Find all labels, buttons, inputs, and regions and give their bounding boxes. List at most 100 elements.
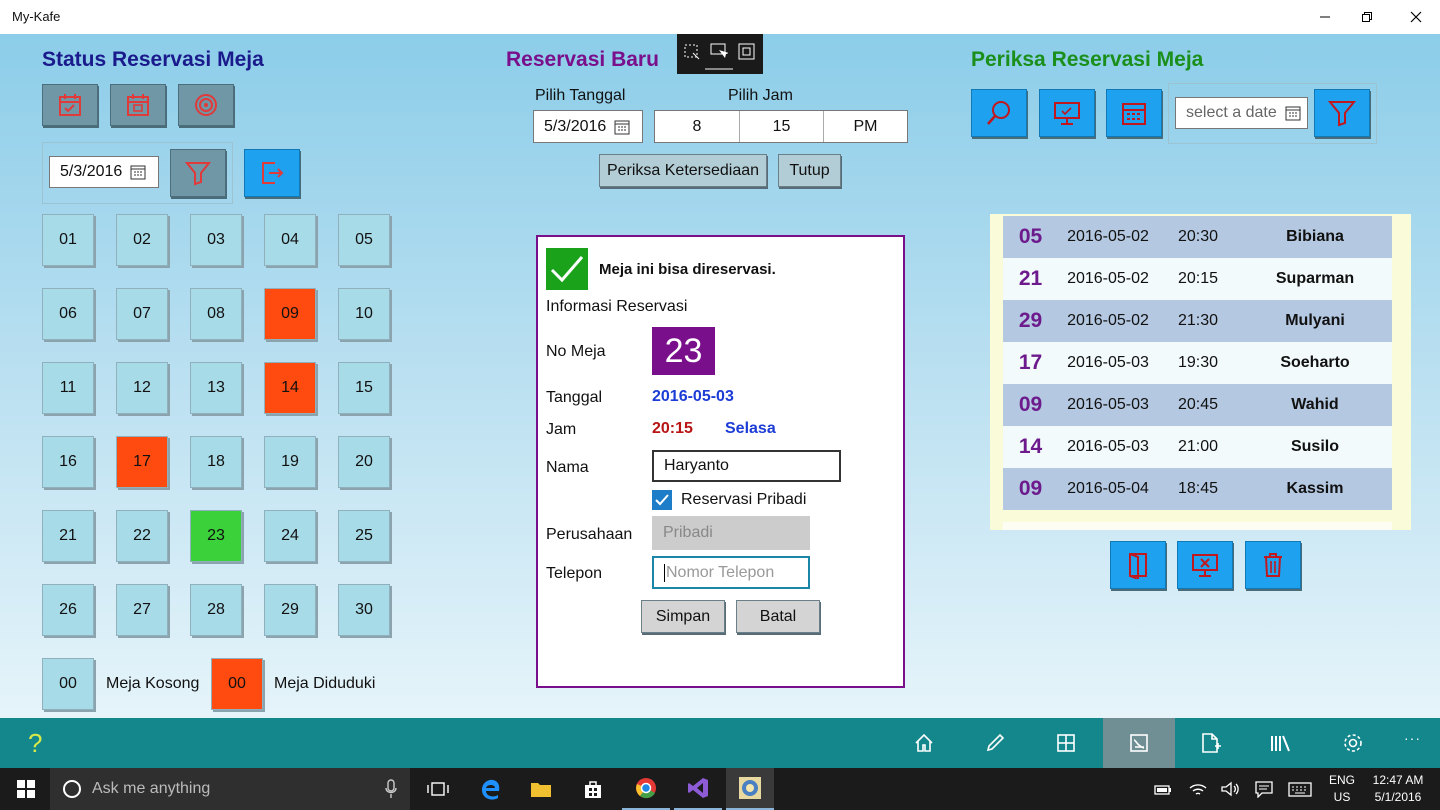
reservation-row[interactable]: 21 2016-05-02 20:15 Suparman — [1003, 258, 1392, 300]
fullscreen-tool-button[interactable] — [738, 43, 756, 61]
language-indicator[interactable]: ENG US — [1328, 772, 1356, 806]
table-tile[interactable]: 18 — [190, 436, 242, 488]
select-tool-button[interactable] — [710, 43, 728, 61]
save-button[interactable]: Simpan — [641, 600, 725, 633]
battery-indicator[interactable] — [1153, 780, 1173, 798]
exit-button[interactable] — [244, 149, 300, 197]
table-tile[interactable]: 19 — [264, 436, 316, 488]
table-tile[interactable]: 01 — [42, 214, 94, 266]
table-tile[interactable]: 08 — [190, 288, 242, 340]
calendar-day-button[interactable] — [110, 84, 166, 126]
name-input[interactable]: Haryanto — [652, 450, 841, 482]
network-indicator[interactable] — [1188, 780, 1208, 798]
notifications-button[interactable] — [1254, 780, 1274, 798]
status-date-picker[interactable]: 5/3/2016 — [49, 156, 159, 188]
reservation-row[interactable]: 09 2016-05-03 20:45 Wahid — [1003, 384, 1392, 426]
table-tile[interactable]: 27 — [116, 584, 168, 636]
calendar-check-button[interactable] — [42, 84, 98, 126]
table-tile[interactable]: 28 — [190, 584, 242, 636]
file-explorer-button[interactable] — [517, 768, 565, 810]
table-tile[interactable]: 29 — [264, 584, 316, 636]
table-tile[interactable]: 03 — [190, 214, 242, 266]
microphone-button[interactable] — [384, 779, 398, 799]
my-kafe-taskbar-button[interactable] — [726, 768, 774, 810]
clock[interactable]: 12:47 AM 5/1/2016 — [1366, 772, 1430, 806]
reservation-row[interactable]: 29 2016-05-02 21:30 Mulyani — [1003, 300, 1392, 342]
start-button[interactable] — [2, 768, 50, 810]
table-tile[interactable]: 12 — [116, 362, 168, 414]
close-form-button[interactable]: Tutup — [778, 154, 841, 187]
toolbar-handle[interactable] — [705, 68, 733, 70]
store-button[interactable] — [569, 768, 617, 810]
table-tile[interactable]: 17 — [116, 436, 168, 488]
company-input[interactable]: Pribadi — [652, 516, 810, 550]
check-availability-button[interactable]: Periksa Ketersediaan — [599, 154, 767, 187]
table-tile[interactable]: 23 — [190, 510, 242, 562]
table-tile[interactable]: 02 — [116, 214, 168, 266]
status-filter-button[interactable] — [170, 149, 226, 197]
new-document-button[interactable] — [1180, 718, 1240, 768]
table-tile[interactable]: 26 — [42, 584, 94, 636]
table-tile[interactable]: 15 — [338, 362, 390, 414]
more-button[interactable]: ··· — [1404, 730, 1421, 746]
display-button[interactable] — [1039, 89, 1095, 137]
reservation-row[interactable]: 05 2016-05-02 20:30 Bibiana — [1003, 216, 1392, 258]
home-button[interactable] — [894, 718, 954, 768]
phone-input[interactable]: Nomor Telepon — [652, 556, 810, 589]
screenshot-tool-button[interactable] — [683, 43, 701, 61]
availability-message: Meja ini bisa direservasi. — [599, 261, 776, 278]
task-view-button[interactable] — [414, 768, 462, 810]
cancel-button[interactable]: Batal — [736, 600, 820, 633]
restore-button[interactable] — [1344, 0, 1390, 34]
door-button[interactable] — [1110, 541, 1166, 589]
edge-button[interactable] — [467, 768, 515, 810]
library-button[interactable] — [1251, 718, 1311, 768]
calendar-button[interactable] — [1106, 89, 1162, 137]
check-date-picker[interactable]: select a date — [1175, 97, 1308, 129]
table-tile[interactable]: 11 — [42, 362, 94, 414]
delete-button[interactable] — [1245, 541, 1301, 589]
volume-indicator[interactable] — [1220, 780, 1240, 798]
table-tile[interactable]: 09 — [264, 288, 316, 340]
ampm-field[interactable]: PM — [824, 111, 907, 142]
reservation-row[interactable]: 14 2016-05-03 21:00 Susilo — [1003, 426, 1392, 468]
minute-field[interactable]: 15 — [740, 111, 824, 142]
table-tile[interactable]: 13 — [190, 362, 242, 414]
home-icon — [915, 733, 933, 752]
grid-button[interactable] — [1036, 718, 1096, 768]
chrome-button[interactable] — [622, 768, 670, 810]
table-tile[interactable]: 24 — [264, 510, 316, 562]
target-button[interactable] — [178, 84, 234, 126]
help-button[interactable]: ? — [28, 728, 42, 759]
table-tile[interactable]: 07 — [116, 288, 168, 340]
table-tile[interactable]: 16 — [42, 436, 94, 488]
table-tile[interactable]: 06 — [42, 288, 94, 340]
touch-keyboard-button[interactable] — [1288, 780, 1312, 798]
table-tile[interactable]: 20 — [338, 436, 390, 488]
edit-button[interactable] — [965, 718, 1025, 768]
close-button[interactable] — [1393, 0, 1439, 34]
table-tile[interactable]: 05 — [338, 214, 390, 266]
table-tile[interactable]: 25 — [338, 510, 390, 562]
table-tile[interactable]: 21 — [42, 510, 94, 562]
reservation-nav-button[interactable] — [1103, 718, 1175, 768]
reservation-row[interactable]: 09 2016-05-04 18:45 Kassim — [1003, 468, 1392, 510]
cancel-display-button[interactable] — [1177, 541, 1233, 589]
visual-studio-button[interactable] — [674, 768, 722, 810]
table-tile[interactable]: 14 — [264, 362, 316, 414]
table-tile[interactable]: 10 — [338, 288, 390, 340]
table-tile[interactable]: 30 — [338, 584, 390, 636]
settings-button[interactable] — [1323, 718, 1383, 768]
reservation-list[interactable]: 05 2016-05-02 20:30 Bibiana 21 2016-05-02 20:1… — [990, 214, 1411, 530]
hour-field[interactable]: 8 — [655, 111, 740, 142]
reservation-date-picker[interactable]: 5/3/2016 — [533, 110, 643, 143]
private-reservation-checkbox[interactable] — [652, 490, 672, 510]
time-picker[interactable]: 8 15 PM — [654, 110, 908, 143]
minimize-button[interactable] — [1302, 0, 1348, 34]
cortana-search-box[interactable]: Ask me anything — [50, 768, 410, 810]
reservation-row[interactable]: 17 2016-05-03 19:30 Soeharto — [1003, 342, 1392, 384]
search-button[interactable] — [971, 89, 1027, 137]
table-tile[interactable]: 22 — [116, 510, 168, 562]
table-tile[interactable]: 04 — [264, 214, 316, 266]
check-filter-button[interactable] — [1314, 89, 1370, 137]
